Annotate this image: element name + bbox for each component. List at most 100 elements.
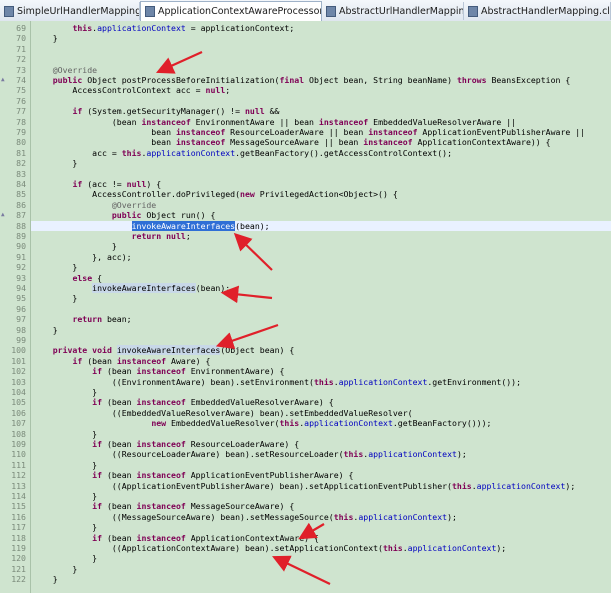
code-line[interactable]: 94 invokeAwareInterfaces(bean); bbox=[0, 283, 611, 293]
code-text: ((ResourceLoaderAware) bean).setResource… bbox=[33, 449, 467, 460]
code-text: } bbox=[33, 574, 58, 585]
line-number: 77 bbox=[16, 106, 26, 117]
code-text: } bbox=[33, 387, 98, 397]
code-line[interactable]: 118 if (bean instanceof ApplicationConte… bbox=[0, 533, 611, 543]
code-line[interactable]: 115 if (bean instanceof MessageSourceAwa… bbox=[0, 501, 611, 511]
code-line[interactable]: 105 if (bean instanceof EmbeddedValueRes… bbox=[0, 397, 611, 407]
code-text: AccessControlContext acc = null; bbox=[33, 85, 231, 96]
code-line[interactable]: 104 } bbox=[0, 387, 611, 397]
tab-application-context-aware-processor[interactable]: ApplicationContextAwareProcessor.class ✕ bbox=[140, 1, 322, 22]
tab-simple-url-handler-mapping[interactable]: SimpleUrlHandlerMapping.class bbox=[0, 2, 140, 20]
line-number: 85 bbox=[16, 189, 26, 200]
line-number: 71 bbox=[16, 43, 26, 54]
code-line[interactable]: 81 acc = this.applicationContext.getBean… bbox=[0, 148, 611, 158]
code-line[interactable]: 121 } bbox=[0, 564, 611, 574]
code-line[interactable]: 120 } bbox=[0, 553, 611, 563]
line-number: 105 bbox=[11, 397, 26, 408]
code-line[interactable]: 91 }, acc); bbox=[0, 252, 611, 262]
code-editor[interactable]: 69 this.applicationContext = application… bbox=[0, 21, 611, 593]
tab-abstract-url-handler-mapping[interactable]: AbstractUrlHandlerMapping.class bbox=[322, 2, 464, 20]
code-line[interactable]: 99 bbox=[0, 335, 611, 345]
code-line[interactable]: 86 @Override bbox=[0, 200, 611, 210]
override-marker-icon[interactable]: ▲ bbox=[1, 75, 5, 85]
code-line[interactable]: 111 } bbox=[0, 460, 611, 470]
tab-label: ApplicationContextAwareProcessor.class bbox=[158, 6, 321, 17]
code-text: bean instanceof ResourceLoaderAware || b… bbox=[33, 127, 586, 137]
code-line[interactable]: 113 ((ApplicationEventPublisherAware) be… bbox=[0, 481, 611, 491]
code-line[interactable]: 88 invokeAwareInterfaces(bean); bbox=[0, 220, 611, 231]
line-number: 103 bbox=[11, 376, 26, 387]
class-file-icon bbox=[326, 5, 336, 17]
code-line[interactable]: 110 ((ResourceLoaderAware) bean).setReso… bbox=[0, 449, 611, 459]
code-line[interactable]: 90 } bbox=[0, 241, 611, 251]
code-text: } bbox=[33, 522, 98, 533]
code-line[interactable]: 109 if (bean instanceof ResourceLoaderAw… bbox=[0, 439, 611, 449]
code-line[interactable]: 76 bbox=[0, 96, 611, 106]
code-text: else { bbox=[72, 272, 103, 283]
line-number: 94 bbox=[16, 283, 26, 293]
line-number: 113 bbox=[11, 480, 26, 491]
code-line[interactable]: 114 } bbox=[0, 491, 611, 501]
code-line[interactable]: 75 AccessControlContext acc = null; bbox=[0, 85, 611, 95]
code-line[interactable]: 119 ((ApplicationContextAware) bean).set… bbox=[0, 543, 611, 553]
line-number: 119 bbox=[11, 543, 26, 553]
line-number: 88 bbox=[16, 220, 26, 231]
code-text: } bbox=[33, 563, 78, 574]
code-line[interactable]: 96 bbox=[0, 304, 611, 314]
code-line[interactable]: 74 ▲ public Object postProcessBeforeIniti… bbox=[0, 75, 611, 85]
code-line[interactable]: 112 if (bean instanceof ApplicationEvent… bbox=[0, 470, 611, 480]
code-text: if (acc != null) { bbox=[72, 179, 162, 189]
code-line[interactable]: 107 new EmbeddedValueResolver(this.appli… bbox=[0, 418, 611, 428]
code-line[interactable]: 70 } bbox=[0, 33, 611, 43]
code-line[interactable]: 122 } bbox=[0, 574, 611, 584]
code-line[interactable]: 92 } bbox=[0, 262, 611, 272]
code-line[interactable]: 84 if (acc != null) { bbox=[0, 179, 611, 189]
code-line[interactable]: 116 ((MessageSourceAware) bean).setMessa… bbox=[0, 512, 611, 522]
code-line[interactable]: 108 } bbox=[0, 429, 611, 439]
code-line[interactable]: 71 bbox=[0, 44, 611, 54]
code-line[interactable]: 79 bean instanceof ResourceLoaderAware |… bbox=[0, 127, 611, 137]
code-line[interactable]: 69 this.applicationContext = application… bbox=[0, 23, 611, 33]
line-number: 86 bbox=[16, 199, 26, 210]
code-line[interactable]: 82 } bbox=[0, 158, 611, 168]
code-line[interactable]: 97 return bean; bbox=[0, 314, 611, 324]
line-number: 115 bbox=[11, 501, 26, 512]
code-line[interactable]: 80 bean instanceof MessageSourceAware ||… bbox=[0, 137, 611, 147]
code-line[interactable]: 93 else { bbox=[0, 273, 611, 283]
code-text: if (System.getSecurityManager() != null … bbox=[72, 106, 280, 117]
code-line[interactable]: 106 ((EmbeddedValueResolverAware) bean).… bbox=[0, 408, 611, 418]
code-text: } bbox=[33, 324, 58, 335]
code-text: if (bean instanceof Aware) { bbox=[72, 355, 211, 366]
code-text: }, acc); bbox=[33, 251, 132, 262]
code-line[interactable]: 72 bbox=[0, 54, 611, 64]
code-line[interactable]: 98 } bbox=[0, 325, 611, 335]
override-marker-icon[interactable]: ▲ bbox=[1, 210, 5, 220]
code-line[interactable]: 73 @Override bbox=[0, 65, 611, 75]
code-line[interactable]: 85 AccessController.doPrivileged(new Pri… bbox=[0, 189, 611, 199]
code-line[interactable]: 95 } bbox=[0, 293, 611, 303]
line-number: 95 bbox=[16, 293, 26, 304]
line-number: 114 bbox=[11, 491, 26, 501]
tab-label: SimpleUrlHandlerMapping.class bbox=[17, 5, 140, 17]
line-number: 73 bbox=[16, 64, 26, 75]
code-line[interactable]: 102 if (bean instanceof EnvironmentAware… bbox=[0, 366, 611, 376]
code-line[interactable]: 83 bbox=[0, 169, 611, 179]
line-number: 96 bbox=[16, 303, 26, 314]
code-line[interactable]: 100 private void invokeAwareInterfaces(O… bbox=[0, 345, 611, 356]
code-line[interactable]: 101 if (bean instanceof Aware) { bbox=[0, 356, 611, 366]
line-number: 84 bbox=[16, 179, 26, 189]
line-number: 107 bbox=[11, 418, 26, 429]
code-text: @Override bbox=[111, 199, 157, 210]
code-line[interactable]: 78 (bean instanceof EnvironmentAware || … bbox=[0, 117, 611, 127]
tab-abstract-handler-mapping[interactable]: AbstractHandlerMapping.class bbox=[464, 2, 611, 20]
code-line[interactable]: 89 return null; bbox=[0, 231, 611, 241]
code-text: ((ApplicationEventPublisherAware) bean).… bbox=[33, 480, 576, 491]
line-number: 116 bbox=[11, 511, 26, 522]
code-line[interactable]: 103 ((EnvironmentAware) bean).setEnviron… bbox=[0, 377, 611, 387]
code-line[interactable]: 117 } bbox=[0, 522, 611, 532]
code-line[interactable]: 77 if (System.getSecurityManager() != nu… bbox=[0, 106, 611, 116]
line-number: 118 bbox=[11, 532, 26, 543]
code-text: if (bean instanceof ApplicationEventPubl… bbox=[92, 470, 354, 481]
code-line[interactable]: 87 ▲ public Object run() { bbox=[0, 210, 611, 220]
tab-label: AbstractHandlerMapping.class bbox=[481, 5, 610, 17]
